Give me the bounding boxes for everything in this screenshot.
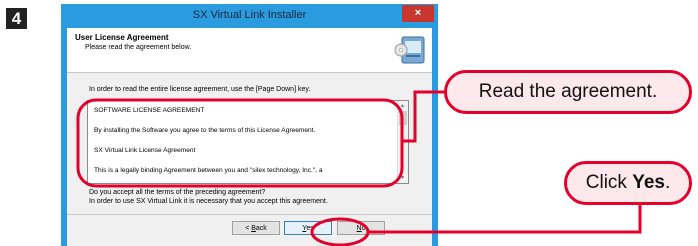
annotation-overlay (76, 90, 642, 246)
read-connector-line (402, 90, 446, 143)
click-yes-bold: Yes (632, 172, 665, 193)
yes-highlight-ring (310, 217, 370, 246)
license-highlight-ring (76, 98, 404, 188)
click-yes-suffix: . (664, 172, 671, 193)
read-agreement-callout: Read the agreement. (444, 70, 692, 114)
click-yes-prefix: Click (585, 172, 633, 193)
yes-connector-line (368, 205, 642, 234)
click-yes-callout: Click Yes. (564, 161, 692, 205)
